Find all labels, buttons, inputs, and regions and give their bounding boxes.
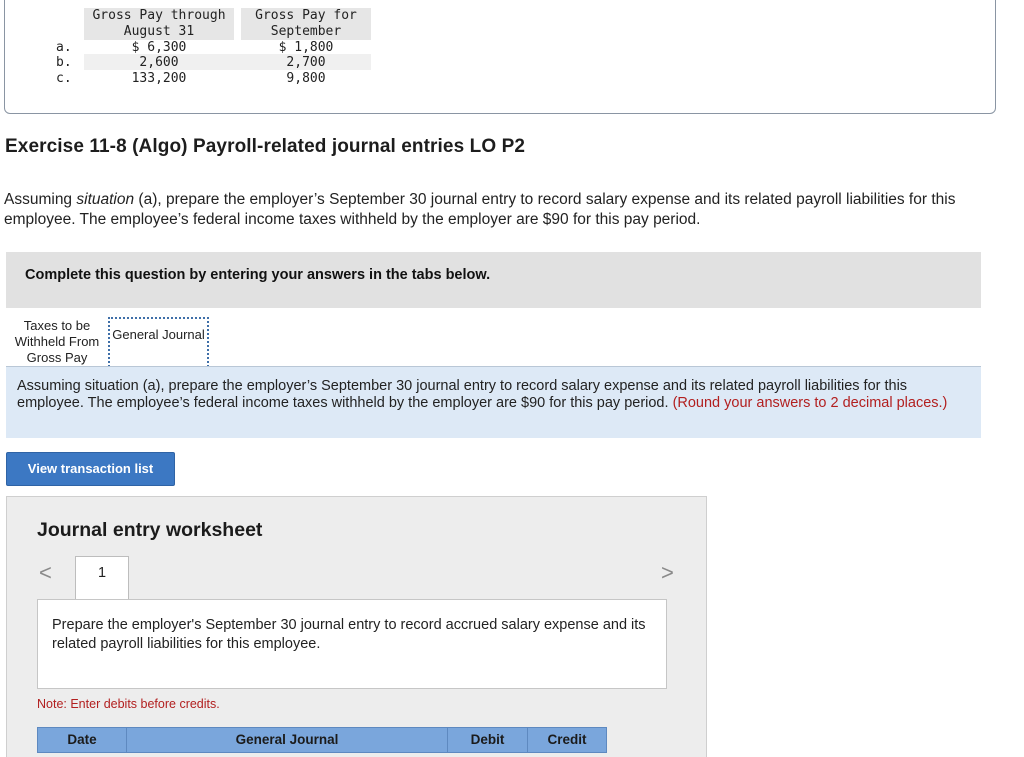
- header-september-line1: Gross Pay for: [255, 8, 357, 23]
- journal-table-header: Date General Journal Debit Credit: [37, 727, 607, 753]
- worksheet-prompt-box: Prepare the employer's September 30 jour…: [37, 599, 667, 689]
- worksheet-prompt: Prepare the employer's September 30 jour…: [52, 617, 646, 652]
- round-note: (Round your answers to 2 decimal places.…: [672, 395, 948, 411]
- cell-a-through: $ 6,300: [131, 40, 187, 55]
- exercise-title: Exercise 11-8 (Algo) Payroll-related jou…: [5, 136, 526, 157]
- header-through-line1: Gross Pay through: [92, 8, 226, 23]
- tab-instruction-panel: Assuming situation (a), prepare the empl…: [6, 366, 981, 438]
- header-september-line2: September: [270, 24, 342, 39]
- debits-credits-note: Note: Enter debits before credits.: [37, 697, 220, 711]
- cell-b-through: 2,600: [139, 55, 179, 70]
- column-debit: Debit: [448, 728, 528, 752]
- cell-a-september: $ 1,800: [278, 40, 334, 55]
- row-label-a: a.: [56, 40, 72, 55]
- cell-c-september: 9,800: [286, 71, 326, 86]
- chevron-right-icon[interactable]: >: [661, 562, 674, 584]
- row-label-c: c.: [56, 71, 72, 86]
- worksheet-title: Journal entry worksheet: [37, 519, 263, 541]
- cell-c-through: 133,200: [131, 71, 187, 86]
- tab-instruction: Assuming situation (a), prepare the empl…: [17, 378, 967, 412]
- instruction-text-post: (a), prepare the employer’s September 30…: [4, 191, 956, 228]
- cell-b-september: 2,700: [286, 55, 326, 70]
- complete-question-text: Complete this question by entering your …: [25, 267, 491, 283]
- journal-entry-worksheet: Journal entry worksheet < 1 > Prepare th…: [6, 496, 707, 757]
- chevron-left-icon[interactable]: <: [39, 562, 52, 584]
- instruction-text-pre: Assuming: [4, 191, 77, 208]
- instruction-text-italic: situation: [76, 191, 135, 208]
- column-date: Date: [38, 728, 127, 752]
- exercise-instruction: Assuming situation (a), prepare the empl…: [4, 190, 1004, 229]
- view-transaction-list-button[interactable]: View transaction list: [6, 452, 175, 486]
- payroll-data-panel: Gross Pay through August 31 Gross Pay fo…: [4, 0, 996, 114]
- tab-taxes-withheld[interactable]: Taxes to be Withheld From Gross Pay: [8, 318, 106, 366]
- header-through-line2: August 31: [123, 24, 195, 39]
- worksheet-page-tab[interactable]: 1: [75, 556, 129, 601]
- row-label-b: b.: [56, 55, 72, 70]
- tab-general-journal[interactable]: General Journal: [108, 317, 209, 367]
- column-general-journal: General Journal: [127, 728, 448, 752]
- column-credit: Credit: [547, 732, 587, 747]
- complete-question-bar: Complete this question by entering your …: [6, 252, 981, 308]
